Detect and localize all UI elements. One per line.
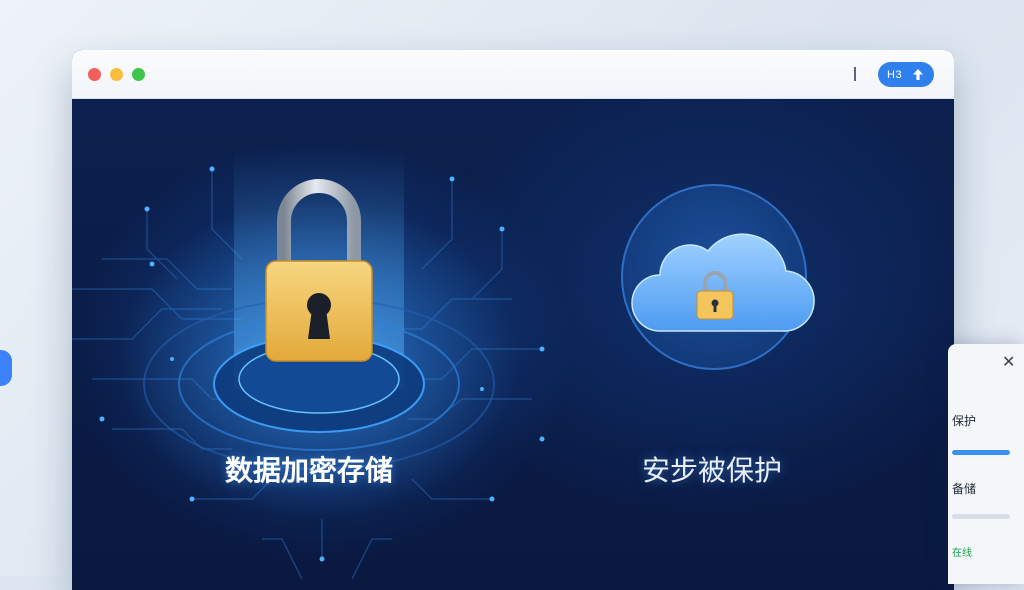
upload-pill-label: H3: [887, 69, 902, 81]
desktop-background: H3: [0, 0, 1024, 576]
panel-item-protection[interactable]: 保护: [952, 412, 976, 429]
feature-showcase: 数据加密存储 安步被保护: [72, 99, 954, 590]
protection-progress-bar: [952, 450, 1010, 455]
upload-pill-button[interactable]: H3: [878, 62, 934, 87]
toolbar-separator: [854, 67, 856, 81]
side-panel: ✕ 保护 备储 在线: [948, 344, 1024, 584]
minimize-window-button[interactable]: [110, 68, 123, 81]
maximize-window-button[interactable]: [132, 68, 145, 81]
window-titlebar: H3: [72, 50, 954, 99]
feature-label-secure-protection: 安步被保护: [642, 449, 782, 489]
circuit-board-graphic: [72, 99, 954, 590]
protection-progress-fill: [952, 450, 1010, 455]
panel-item-storage[interactable]: 备储: [952, 480, 976, 497]
storage-progress-bar: [952, 514, 1010, 519]
panel-status-online: 在线: [952, 544, 972, 559]
partial-app-icon[interactable]: [0, 350, 12, 386]
upload-arrow-icon: [912, 68, 924, 81]
app-window: H3: [72, 50, 954, 590]
close-icon[interactable]: ✕: [1002, 352, 1015, 371]
feature-label-encrypted-storage: 数据加密存储: [225, 449, 393, 489]
close-window-button[interactable]: [88, 68, 101, 81]
